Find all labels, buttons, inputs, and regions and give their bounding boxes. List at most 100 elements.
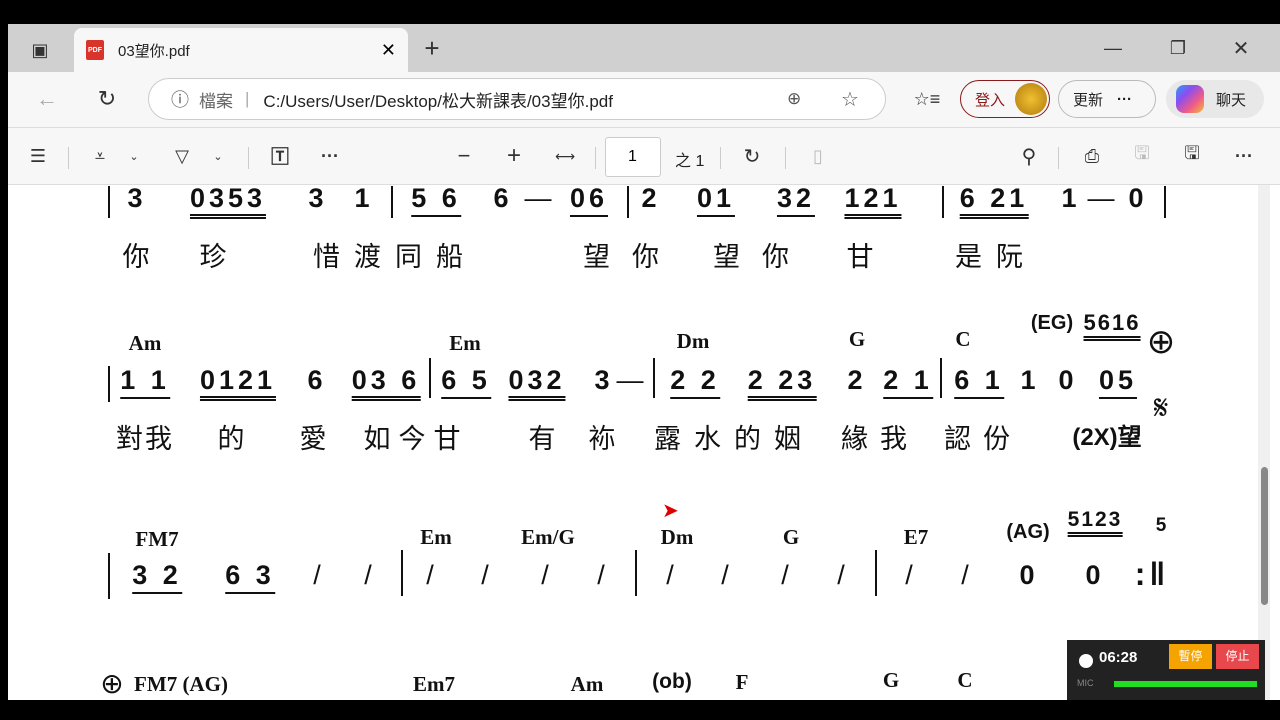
text-box-icon[interactable]: 🅃 — [266, 142, 294, 170]
chord: (ob) — [652, 670, 692, 693]
lyric: 是阮 — [955, 242, 1037, 272]
note: 6 1 — [954, 365, 1004, 399]
chord: Am — [570, 672, 604, 696]
favorite-star-icon[interactable]: ☆ — [841, 87, 859, 112]
slash: / — [541, 560, 553, 590]
chevron-down-icon[interactable]: ⌄ — [126, 144, 142, 168]
chord: Em/G — [521, 525, 575, 549]
zoom-in-icon[interactable]: + — [500, 142, 528, 170]
music-sheet: 3 0353 3 1 5 6 6 — 06 2 01 32 121 6 21 1… — [8, 185, 1280, 700]
tab-bar: ▣ PDF 03望你.pdf ✕ + — ❐ ✕ — [8, 24, 1280, 72]
zoom-icon[interactable]: ⊕ — [787, 89, 801, 109]
save-as-icon[interactable]: 🖫 — [1178, 142, 1206, 170]
chevron-down-icon[interactable]: ⌄ — [210, 144, 226, 168]
copilot-chat-button[interactable]: 聊天 — [1166, 80, 1264, 118]
favorites-icon[interactable]: ☆≡ — [912, 84, 942, 114]
note: 32 — [776, 185, 816, 217]
chord: Dm — [676, 329, 710, 353]
print-icon[interactable]: ⎙ — [1078, 142, 1106, 170]
stop-button[interactable]: 停止 — [1216, 644, 1259, 669]
note: 0 — [1058, 365, 1078, 395]
mic-label: MIC — [1077, 678, 1094, 688]
lyric: 緣我 — [841, 424, 919, 454]
note: 2 2 — [670, 365, 720, 399]
restore-icon[interactable]: ❐ — [1163, 34, 1193, 62]
note: 2 23 — [747, 365, 817, 401]
search-icon[interactable]: ⚲ — [1015, 142, 1043, 170]
note: 5123 — [1067, 508, 1123, 537]
note: 03 6 — [351, 365, 421, 401]
page-number-input[interactable]: 1 — [605, 137, 661, 177]
chord: C — [955, 327, 971, 351]
more-icon[interactable]: ··· — [1117, 91, 1132, 108]
tab-active[interactable]: PDF 03望你.pdf ✕ — [74, 28, 408, 72]
back-icon[interactable]: ← — [32, 84, 62, 114]
fit-width-icon[interactable]: ⟷ — [551, 142, 579, 170]
note: 0353 — [189, 185, 267, 219]
chat-label: 聊天 — [1216, 91, 1247, 109]
note: 1 — [1061, 185, 1081, 213]
copilot-icon — [1176, 85, 1204, 113]
update-label: 更新 — [1073, 91, 1104, 109]
minimize-icon[interactable]: — — [1098, 34, 1128, 62]
note: 05 — [1098, 365, 1138, 399]
window-close-icon[interactable]: ✕ — [1226, 34, 1256, 62]
scrollbar-thumb[interactable] — [1261, 467, 1268, 605]
page-view-icon[interactable]: ▯ — [804, 142, 832, 170]
lyric: 望你 — [583, 242, 681, 272]
lyric: (2X)望 — [1072, 424, 1142, 451]
lyric: 甘 — [846, 242, 884, 272]
more-tools-icon[interactable]: ··· — [316, 142, 344, 170]
rotate-icon[interactable]: ↻ — [738, 142, 766, 170]
chord: G — [782, 525, 800, 549]
slash: / — [597, 560, 609, 590]
page-total: 之 1 — [675, 153, 705, 170]
info-icon: ⓘ — [171, 90, 189, 110]
chord: C — [957, 668, 973, 692]
chord: Dm — [660, 525, 694, 549]
chord-note: (AG) — [1006, 521, 1050, 543]
mouse-cursor-icon: ➤ — [662, 500, 679, 522]
address-bar[interactable]: ⓘ 檔案 | C:/Users/User/Desktop/松大新課表/03望你.… — [148, 78, 886, 120]
refresh-icon[interactable]: ↻ — [92, 84, 122, 114]
pdf-toolbar: ☰ ⩡ ⌄ ▽ ⌄ 🅃 ··· − + ⟷ 1 之 1 ↻ ▯ ⚲ ⎙ 🖫 🖫 … — [8, 128, 1280, 185]
lyric: 惜渡同船 — [313, 242, 477, 272]
avatar — [1015, 83, 1047, 115]
note: 2 — [641, 185, 661, 213]
contents-icon[interactable]: ☰ — [24, 142, 52, 170]
browser-window: ▣ PDF 03望你.pdf ✕ + — ❐ ✕ ← ↻ ⓘ 檔案 | C:/U… — [8, 24, 1280, 700]
note: 0 — [1128, 185, 1148, 213]
lyric: 的 — [217, 424, 255, 454]
slash: / — [364, 560, 376, 590]
slash: / — [426, 560, 438, 590]
segno-sign: 𝄋 — [1153, 388, 1169, 428]
mic-level-meter — [1114, 681, 1257, 687]
chord: G — [882, 668, 900, 692]
vertical-scrollbar[interactable] — [1258, 185, 1270, 700]
pause-button[interactable]: 暫停 — [1169, 644, 1212, 669]
more-options-icon[interactable]: ··· — [1230, 142, 1258, 170]
draw-icon[interactable]: ▽ — [168, 142, 196, 170]
signin-button[interactable]: 登入 — [960, 80, 1050, 118]
file-label: 檔案 — [199, 91, 233, 111]
record-indicator-icon — [1079, 654, 1093, 668]
record-time: 06:28 — [1099, 649, 1138, 666]
signin-label: 登入 — [975, 91, 1006, 109]
screen-recorder-widget: 06:28 暫停 停止 MIC — [1067, 640, 1265, 700]
zoom-out-icon[interactable]: − — [450, 142, 478, 170]
slash: / — [666, 560, 678, 590]
lyric: 如今甘 — [363, 424, 469, 454]
lyric: 露水的姻 — [654, 424, 814, 454]
note: 6 5 — [441, 365, 491, 399]
coda-sign: ⊕ — [100, 668, 124, 699]
highlight-icon[interactable]: ⩡ — [86, 142, 114, 170]
update-button[interactable]: 更新 ··· — [1058, 80, 1156, 118]
new-tab-icon[interactable]: + — [418, 33, 446, 63]
lyric: 對我 — [116, 424, 174, 454]
save-icon[interactable]: 🖫 — [1128, 142, 1156, 170]
lyric: 望你 — [713, 242, 811, 272]
lyric: 愛 — [299, 424, 337, 454]
chord: FM7 (AG) — [134, 672, 228, 696]
sidebar-toggle-icon[interactable]: ▣ — [26, 36, 54, 64]
close-tab-icon[interactable]: ✕ — [381, 40, 396, 61]
